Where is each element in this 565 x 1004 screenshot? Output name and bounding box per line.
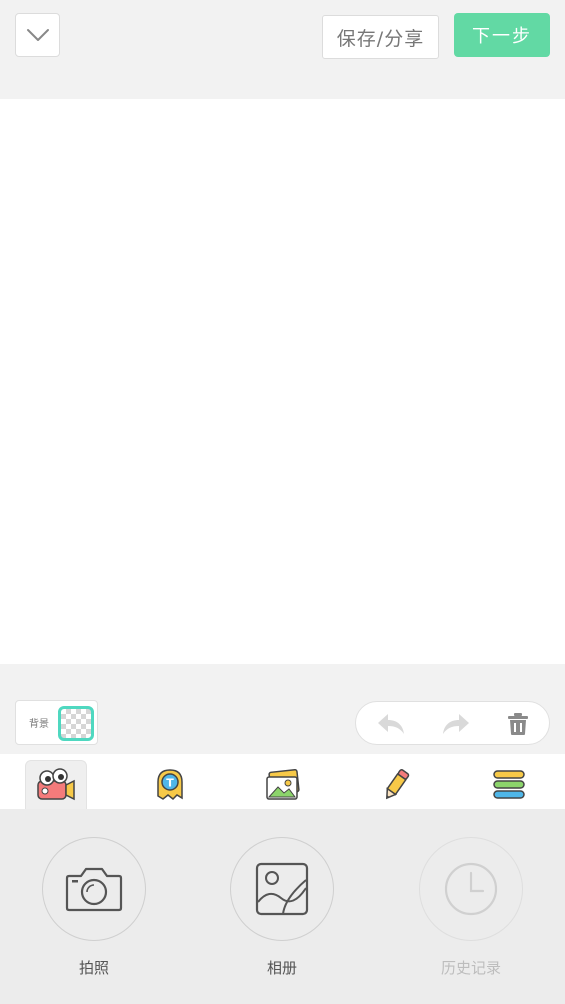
tab-pencil[interactable] (365, 760, 427, 809)
clock-icon (444, 862, 498, 916)
album-label: 相册 (266, 959, 297, 977)
svg-text:T: T (166, 776, 174, 789)
layers-icon (493, 769, 525, 799)
background-selector[interactable]: 背景 (15, 700, 98, 745)
history-tool[interactable]: 历史记录 (419, 837, 523, 978)
tab-layers[interactable] (478, 760, 540, 809)
tool-tabs: T (0, 754, 565, 809)
chevron-down-icon (26, 29, 49, 41)
text-sticker-icon: T (157, 768, 183, 800)
tab-picture-sticker[interactable] (252, 760, 314, 809)
editing-canvas[interactable] (0, 99, 565, 664)
undo-icon[interactable] (376, 711, 406, 737)
album-tool[interactable]: 相册 (230, 837, 334, 978)
history-label: 历史记录 (440, 959, 501, 977)
camera-icon (65, 867, 123, 912)
camera-button[interactable] (42, 837, 146, 941)
save-share-button[interactable]: 保存/分享 (322, 15, 439, 59)
camera-character-icon (37, 768, 75, 801)
album-icon (255, 862, 309, 916)
tool-panel: 拍照 相册 历史记录 (0, 809, 565, 1004)
camera-tool[interactable]: 拍照 (42, 837, 146, 978)
collapse-button[interactable] (15, 13, 60, 57)
history-button[interactable] (419, 837, 523, 941)
redo-icon[interactable] (441, 711, 471, 737)
tab-text-sticker[interactable]: T (139, 760, 201, 809)
tab-camera-character[interactable] (25, 760, 87, 809)
next-step-button[interactable]: 下一步 (454, 13, 550, 57)
background-label: 背景 (29, 719, 49, 730)
edit-actions (355, 701, 550, 745)
camera-label: 拍照 (78, 959, 109, 977)
album-button[interactable] (230, 837, 334, 941)
picture-sticker-icon (266, 768, 300, 800)
pencil-icon (386, 768, 410, 799)
trash-icon[interactable] (503, 711, 533, 737)
transparent-swatch[interactable] (58, 706, 94, 741)
top-bar: 保存/分享 下一步 (0, 0, 565, 99)
